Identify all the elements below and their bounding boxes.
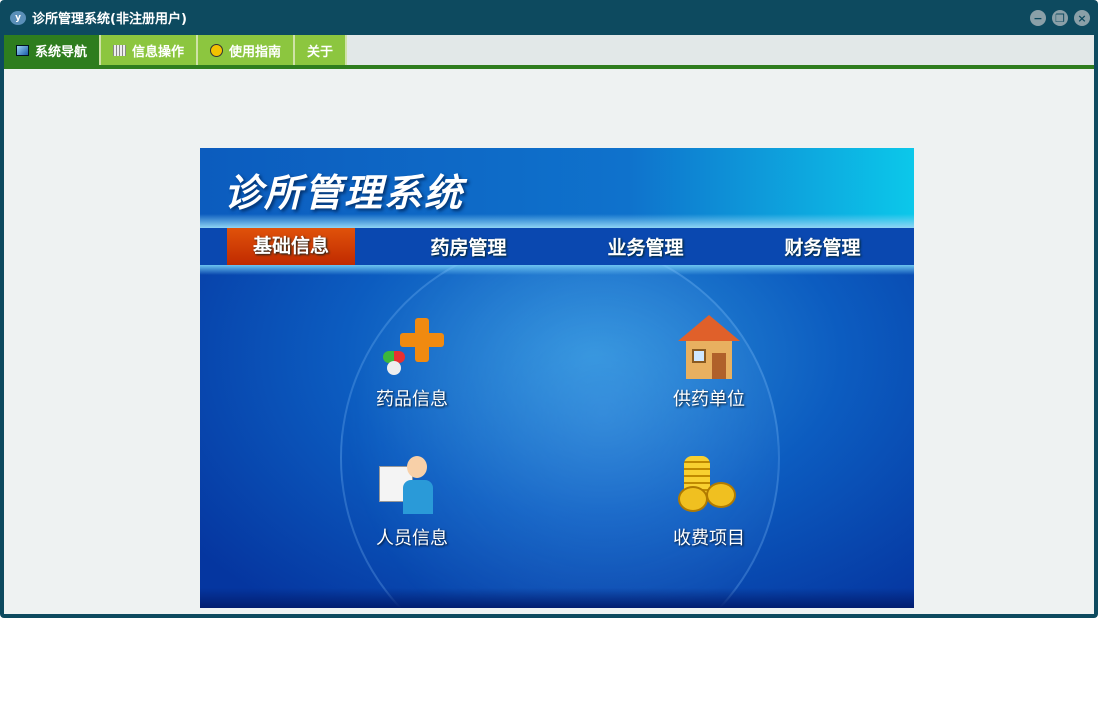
banner-title: 诊所管理系统: [224, 171, 465, 215]
title-bar: y 诊所管理系统(非注册用户) − ❐ ×: [0, 0, 1098, 35]
tab-user-guide[interactable]: 使用指南: [198, 35, 296, 65]
nav-finance[interactable]: 财务管理: [734, 233, 911, 260]
menu-tabs: 系统导航 信息操作 使用指南 关于: [4, 35, 1094, 65]
restore-button[interactable]: ❐: [1052, 10, 1068, 26]
doctor-icon: [377, 452, 447, 518]
window-title: 诊所管理系统(非注册用户): [32, 12, 187, 27]
tab-info-ops[interactable]: 信息操作: [101, 35, 199, 65]
medicine-icon: [377, 313, 447, 379]
tab-about[interactable]: 关于: [295, 35, 348, 65]
tab-system-nav[interactable]: 系统导航: [4, 35, 102, 65]
item-fee-items[interactable]: 收费项目: [649, 452, 769, 550]
app-window: y 诊所管理系统(非注册用户) − ❐ × 系统导航 信息操作 使用指南 关于 …: [0, 0, 1098, 618]
close-button[interactable]: ×: [1074, 10, 1090, 26]
monitor-icon: [16, 44, 29, 56]
item-staff-info[interactable]: 人员信息: [352, 452, 472, 550]
app-logo-icon: y: [10, 10, 26, 25]
item-medicine-info[interactable]: 药品信息: [352, 313, 472, 411]
nav-basic-info[interactable]: 基础信息: [227, 228, 355, 265]
house-icon: [674, 313, 744, 379]
help-icon: [210, 43, 224, 57]
item-supplier[interactable]: 供药单位: [649, 313, 769, 411]
globe-background: [340, 238, 780, 608]
minimize-button[interactable]: −: [1030, 10, 1046, 26]
main-banner: 诊所管理系统 基础信息 药房管理 业务管理 财务管理 药品信息 供药单位 人员信…: [200, 148, 914, 608]
banner-nav: 基础信息 药房管理 业务管理 财务管理: [200, 228, 914, 265]
tab-underline: [4, 65, 1094, 69]
grid-icon: [113, 44, 127, 56]
nav-pharmacy[interactable]: 药房管理: [380, 233, 557, 260]
nav-business[interactable]: 业务管理: [557, 233, 734, 260]
client-area: 系统导航 信息操作 使用指南 关于 诊所管理系统 基础信息 药房管理 业务管理 …: [4, 35, 1094, 614]
coins-icon: [674, 452, 744, 518]
